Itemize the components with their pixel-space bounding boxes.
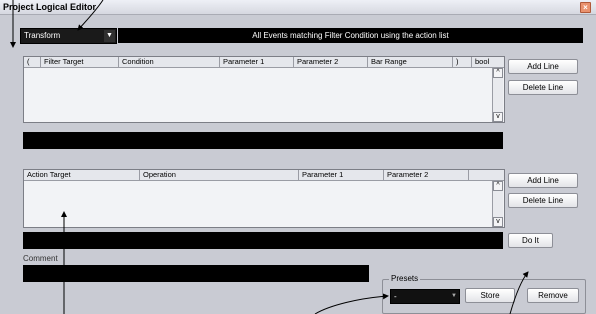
- action-table-header: Action Target Operation Parameter 1 Para…: [24, 170, 504, 181]
- remove-button[interactable]: Remove: [527, 288, 579, 303]
- filter-delete-line-button[interactable]: Delete Line: [508, 80, 578, 95]
- col-action-target[interactable]: Action Target: [24, 170, 139, 180]
- col-parameter-2[interactable]: Parameter 2: [293, 57, 367, 67]
- col-action-parameter-2[interactable]: Parameter 2: [383, 170, 468, 180]
- title-bar: Project Logical Editor ×: [0, 0, 596, 15]
- filter-table-header: ( Filter Target Condition Parameter 1 Pa…: [24, 57, 504, 68]
- scroll-down-icon[interactable]: v: [493, 112, 503, 122]
- presets-title: Presets: [389, 274, 421, 284]
- chevron-down-icon[interactable]: ▼: [451, 291, 457, 302]
- filter-condition-table[interactable]: ( Filter Target Condition Parameter 1 Pa…: [23, 56, 505, 123]
- logical-editor-window: Project Logical Editor × Transform ▼ All…: [0, 0, 596, 314]
- col-action-parameter-1[interactable]: Parameter 1: [298, 170, 383, 180]
- scroll-up-icon[interactable]: ^: [493, 181, 503, 191]
- filter-scrollbar[interactable]: ^ v: [492, 68, 503, 122]
- function-value: Transform: [24, 31, 61, 40]
- presets-selected: -: [394, 292, 397, 301]
- action-add-line-button[interactable]: Add Line: [508, 173, 578, 188]
- function-dropdown[interactable]: Transform ▼: [20, 28, 117, 44]
- do-it-button[interactable]: Do It: [508, 233, 553, 248]
- chevron-down-icon[interactable]: ▼: [104, 30, 115, 42]
- presets-dropdown[interactable]: - ▼: [390, 289, 460, 304]
- filter-add-line-button[interactable]: Add Line: [508, 59, 578, 74]
- col-filter-target[interactable]: Filter Target: [40, 57, 118, 67]
- action-delete-line-button[interactable]: Delete Line: [508, 193, 578, 208]
- close-icon[interactable]: ×: [580, 2, 591, 13]
- comment-field[interactable]: [23, 265, 369, 282]
- scroll-down-icon[interactable]: v: [493, 217, 503, 227]
- col-bool[interactable]: bool: [471, 57, 504, 67]
- store-button[interactable]: Store: [465, 288, 515, 303]
- comment-label: Comment: [23, 254, 58, 263]
- filter-status-field: [23, 132, 503, 149]
- action-list-table[interactable]: Action Target Operation Parameter 1 Para…: [23, 169, 505, 228]
- col-close-bracket[interactable]: ): [452, 57, 471, 67]
- col-action-extra: [468, 170, 504, 180]
- action-scrollbar[interactable]: ^ v: [492, 181, 503, 227]
- col-condition[interactable]: Condition: [118, 57, 219, 67]
- window-title: Project Logical Editor: [3, 2, 97, 12]
- info-line: All Events matching Filter Condition usi…: [118, 28, 583, 43]
- col-bar-range[interactable]: Bar Range: [367, 57, 452, 67]
- col-parameter-1[interactable]: Parameter 1: [219, 57, 293, 67]
- scroll-up-icon[interactable]: ^: [493, 68, 503, 78]
- col-open-bracket[interactable]: (: [24, 57, 40, 67]
- col-operation[interactable]: Operation: [139, 170, 298, 180]
- action-status-field: [23, 232, 503, 249]
